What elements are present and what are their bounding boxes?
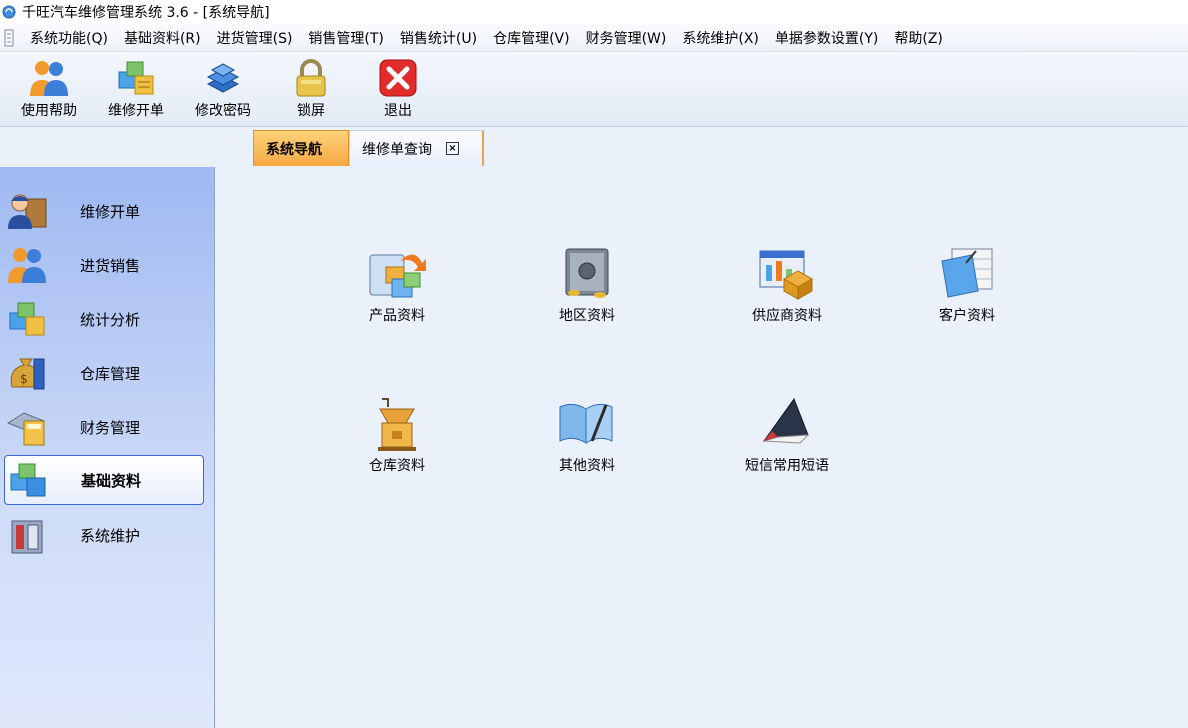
menu-sales[interactable]: 销售管理(T) bbox=[300, 28, 391, 48]
menu-doc-params[interactable]: 单据参数设置(Y) bbox=[767, 28, 886, 48]
sidebar-item-label: 仓库管理 bbox=[80, 364, 141, 383]
nav-warehouse-data-label: 仓库资料 bbox=[369, 458, 425, 474]
repair-order-button[interactable]: 维修开单 bbox=[96, 58, 176, 120]
svg-text:$: $ bbox=[20, 372, 28, 386]
sms-icon bbox=[762, 397, 810, 444]
nav-sms-phrases-label: 短信常用短语 bbox=[745, 458, 829, 474]
sidebar-item-system-maintenance[interactable]: 系统维护 bbox=[4, 510, 204, 560]
nav-product-data-label: 产品资料 bbox=[369, 308, 425, 324]
menu-basic-data[interactable]: 基础资料(R) bbox=[116, 28, 209, 48]
menu-bar: 系统功能(Q) 基础资料(R) 进货管理(S) 销售管理(T) 销售统计(U) … bbox=[0, 24, 1188, 52]
nav-customer-data[interactable]: 客户资料 bbox=[907, 245, 1027, 325]
exit-button-label: 退出 bbox=[384, 103, 412, 119]
book-icon bbox=[559, 403, 613, 444]
menu-help[interactable]: 帮助(Z) bbox=[886, 28, 951, 48]
change-password-button-label: 修改密码 bbox=[195, 103, 251, 119]
lock-screen-button[interactable]: 锁屏 bbox=[271, 58, 351, 120]
boxes-icon bbox=[10, 463, 46, 497]
repair-icon bbox=[8, 194, 47, 229]
product-icon bbox=[369, 254, 426, 298]
app-icon bbox=[2, 5, 16, 19]
menu-grip-icon bbox=[4, 29, 14, 46]
tab-strip: 系统导航 维修单查询 × bbox=[0, 127, 1188, 167]
sidebar-item-repair-order[interactable]: 维修开单 bbox=[4, 186, 204, 236]
sidebar-item-label: 财务管理 bbox=[80, 418, 141, 437]
sidebar-item-label: 基础资料 bbox=[81, 471, 142, 490]
repair-order-button-label: 维修开单 bbox=[108, 103, 164, 119]
menu-purchase[interactable]: 进货管理(S) bbox=[209, 28, 301, 48]
tools-icon bbox=[11, 520, 43, 554]
nav-other-data-label: 其他资料 bbox=[559, 458, 615, 474]
window-title: 千旺汽车维修管理系统 3.6 - [系统导航] bbox=[22, 5, 270, 21]
sidebar-item-label: 系统维护 bbox=[80, 526, 141, 545]
sidebar-item-label: 进货销售 bbox=[80, 256, 141, 275]
menu-sales-stats[interactable]: 销售统计(U) bbox=[392, 28, 485, 48]
help-button-label: 使用帮助 bbox=[21, 103, 77, 119]
close-icon[interactable]: × bbox=[446, 142, 459, 155]
sidebar-item-finance[interactable]: 财务管理 bbox=[4, 402, 204, 452]
lock-icon bbox=[296, 59, 326, 97]
warehouse-icon bbox=[378, 398, 416, 451]
supplier-icon bbox=[759, 250, 814, 300]
help-button[interactable]: 使用帮助 bbox=[9, 58, 89, 120]
users-icon bbox=[30, 61, 68, 96]
sidebar-item-statistics[interactable]: 统计分析 bbox=[4, 294, 204, 344]
menu-finance[interactable]: 财务管理(W) bbox=[578, 28, 675, 48]
main-navigation-area: 产品资料 地区资料 供应商资料 客户资料 仓库资料 其他资料 短信常用短语 bbox=[215, 167, 1188, 728]
tab-system-navigation[interactable]: 系统导航 bbox=[253, 130, 349, 166]
sidebar-item-warehouse[interactable]: $ 仓库管理 bbox=[4, 348, 204, 398]
lock-screen-button-label: 锁屏 bbox=[297, 103, 325, 119]
menu-maintenance[interactable]: 系统维护(X) bbox=[674, 28, 767, 48]
stack-icon bbox=[206, 63, 240, 93]
toolbar: 使用帮助 维修开单 修改密码 锁屏 退出 bbox=[0, 52, 1188, 127]
nav-customer-data-label: 客户资料 bbox=[939, 308, 995, 324]
title-bar: 千旺汽车维修管理系统 3.6 - [系统导航] bbox=[0, 0, 1188, 24]
nav-product-data[interactable]: 产品资料 bbox=[337, 245, 457, 325]
nav-sms-phrases[interactable]: 短信常用短语 bbox=[727, 395, 847, 475]
boxes-icon bbox=[118, 61, 154, 95]
tab-repair-order-query-label: 维修单查询 bbox=[362, 141, 432, 158]
nav-region-data[interactable]: 地区资料 bbox=[527, 245, 647, 325]
users-icon bbox=[8, 248, 46, 283]
exit-icon bbox=[379, 59, 417, 97]
exit-button[interactable]: 退出 bbox=[358, 58, 438, 120]
tab-repair-order-query[interactable]: 维修单查询 × bbox=[349, 130, 484, 166]
nav-warehouse-data[interactable]: 仓库资料 bbox=[337, 395, 457, 475]
sidebar-item-purchase-sales[interactable]: 进货销售 bbox=[4, 240, 204, 290]
sidebar-item-label: 维修开单 bbox=[80, 202, 141, 221]
nav-other-data[interactable]: 其他资料 bbox=[527, 395, 647, 475]
nav-region-data-label: 地区资料 bbox=[559, 308, 615, 324]
tab-system-navigation-label: 系统导航 bbox=[266, 141, 322, 158]
sidebar-item-label: 统计分析 bbox=[80, 310, 141, 329]
boxes-icon bbox=[9, 302, 45, 336]
calculator-icon bbox=[6, 412, 46, 446]
sidebar: 维修开单 进货销售 统计分析 $ 仓库管理 财务管理 基础资料 系统维护 bbox=[0, 167, 215, 728]
nav-supplier-data[interactable]: 供应商资料 bbox=[727, 245, 847, 325]
menu-system-functions[interactable]: 系统功能(Q) bbox=[22, 28, 116, 48]
safe-icon bbox=[565, 248, 609, 298]
customer-icon bbox=[941, 248, 993, 298]
nav-supplier-data-label: 供应商资料 bbox=[752, 308, 822, 324]
menu-warehouse[interactable]: 仓库管理(V) bbox=[485, 28, 578, 48]
money-bag-icon: $ bbox=[10, 358, 45, 390]
change-password-button[interactable]: 修改密码 bbox=[183, 58, 263, 120]
sidebar-item-basic-data[interactable]: 基础资料 bbox=[4, 455, 204, 505]
